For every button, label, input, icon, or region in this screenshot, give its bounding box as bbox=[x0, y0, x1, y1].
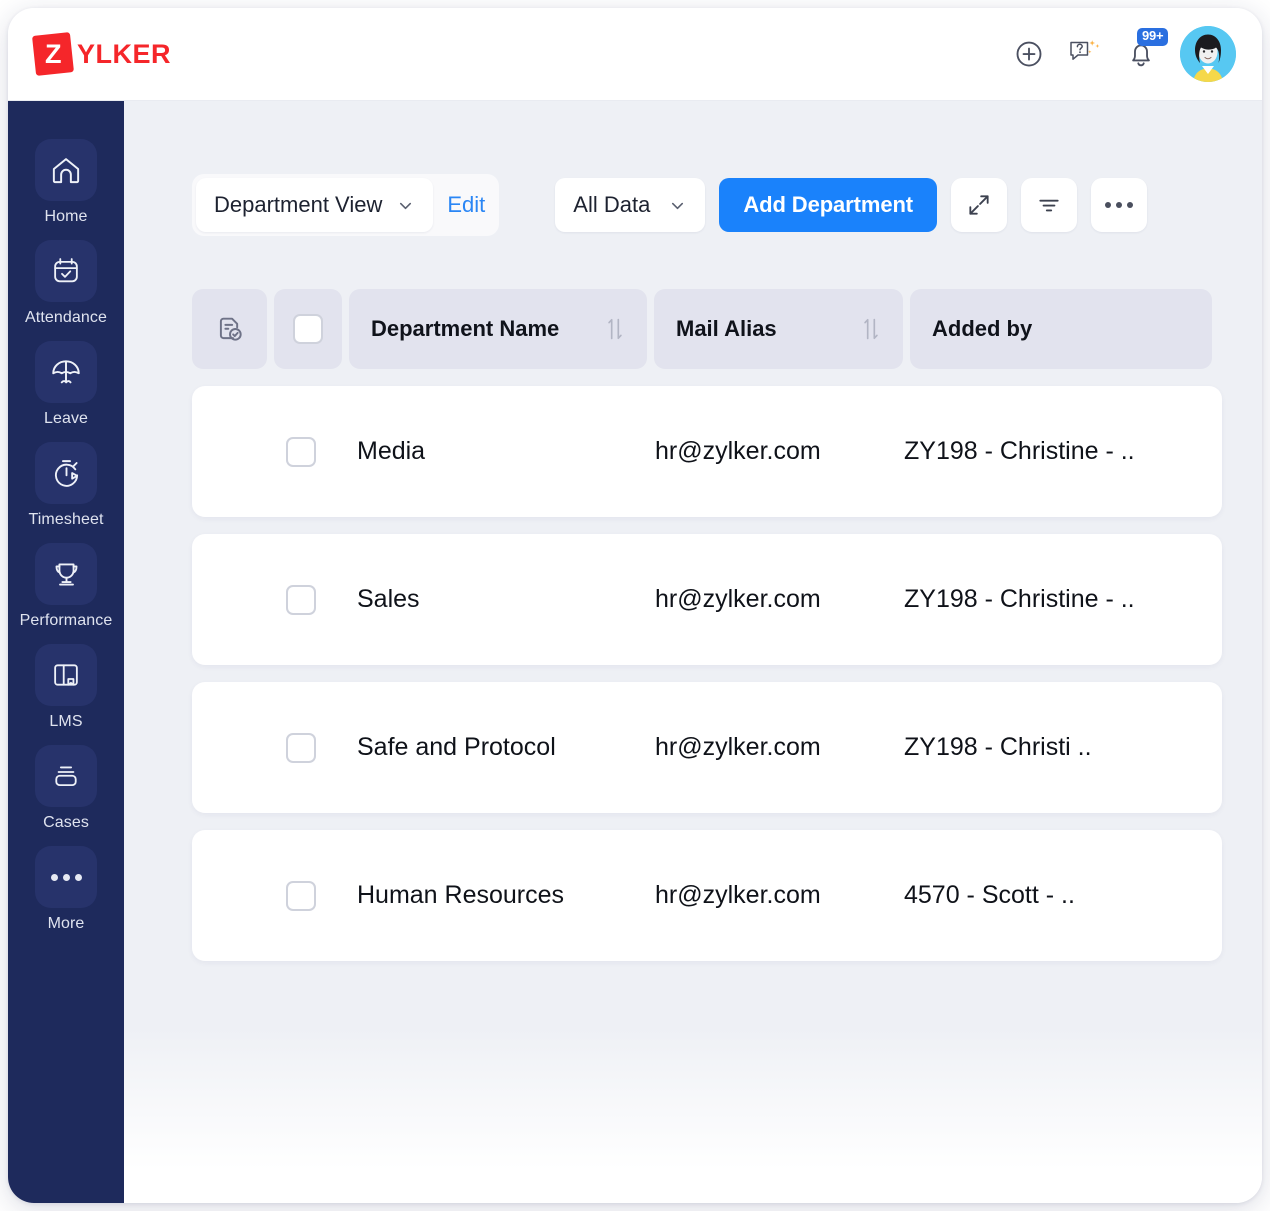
zylker-logo-mark: Z bbox=[32, 32, 74, 76]
chevron-down-icon bbox=[400, 202, 412, 209]
cell-department-name: Safe and Protocol bbox=[357, 733, 556, 761]
column-header-department-name[interactable]: Department Name bbox=[349, 289, 647, 369]
cell-mail-alias: hr@zylker.com bbox=[655, 733, 821, 761]
top-bar: Z YLKER 99+ bbox=[8, 8, 1262, 101]
sidebar-item-label: More bbox=[47, 915, 85, 932]
column-header-added-by[interactable]: Added by bbox=[910, 289, 1212, 369]
avatar[interactable] bbox=[1180, 26, 1236, 82]
notification-badge: 99+ bbox=[1137, 28, 1169, 46]
cell-added-by: 4570 - Scott - .. bbox=[904, 881, 1075, 909]
sidebar-item-label: Leave bbox=[43, 410, 89, 427]
departments-table: Department Name Mail Alias Added by Medi… bbox=[192, 289, 1222, 961]
data-filter-select[interactable]: All Data bbox=[555, 178, 706, 232]
edit-view-link[interactable]: Edit bbox=[447, 192, 485, 218]
add-department-button[interactable]: Add Department bbox=[719, 178, 938, 232]
sidebar-item-timesheet[interactable]: Timesheet bbox=[16, 442, 116, 529]
toolbar: Department View Edit All Data Add Depart… bbox=[192, 174, 1148, 236]
column-label: Mail Alias bbox=[676, 316, 777, 341]
sort-icon bbox=[608, 318, 622, 340]
table-row[interactable]: Sales hr@zylker.com ZY198 - Christine - … bbox=[192, 534, 1222, 665]
help-chat-icon[interactable] bbox=[1068, 37, 1102, 71]
view-controls-group: Department View Edit bbox=[192, 174, 500, 236]
chevron-down-icon bbox=[672, 202, 684, 209]
sidebar-item-label: Timesheet bbox=[28, 511, 104, 528]
cell-added-by: ZY198 - Christi .. bbox=[904, 733, 1092, 761]
row-checkbox[interactable] bbox=[286, 436, 316, 467]
sidebar-item-lms[interactable]: LMS bbox=[16, 644, 116, 731]
sidebar-item-label: Performance bbox=[19, 612, 113, 629]
app-window: Z YLKER 99+ Home Attendance Leave Timesh… bbox=[8, 8, 1262, 1203]
notifications-bell-icon[interactable]: 99+ bbox=[1124, 28, 1169, 71]
cell-department-name: Sales bbox=[357, 585, 420, 613]
row-checkbox[interactable] bbox=[286, 880, 316, 911]
cell-added-by: ZY198 - Christine - .. bbox=[904, 437, 1135, 465]
row-checkbox-cell[interactable] bbox=[267, 732, 335, 763]
sidebar-item-label: LMS bbox=[49, 713, 83, 730]
column-header-mail-alias[interactable]: Mail Alias bbox=[654, 289, 903, 369]
brand-name: YLKER bbox=[77, 38, 172, 69]
calendar-check-icon bbox=[35, 240, 97, 302]
brand-logo[interactable]: Z YLKER bbox=[32, 32, 172, 76]
document-check-icon[interactable] bbox=[192, 289, 267, 369]
table-row[interactable]: Human Resources hr@zylker.com 4570 - Sco… bbox=[192, 830, 1222, 961]
sidebar-item-cases[interactable]: Cases bbox=[16, 745, 116, 832]
table-row[interactable]: Media hr@zylker.com ZY198 - Christine - … bbox=[192, 386, 1222, 517]
row-checkbox-cell[interactable] bbox=[267, 584, 335, 615]
sort-icon bbox=[864, 318, 878, 340]
row-checkbox-cell[interactable] bbox=[267, 436, 335, 467]
table-row[interactable]: Safe and Protocol hr@zylker.com ZY198 - … bbox=[192, 682, 1222, 813]
book-icon bbox=[35, 644, 97, 706]
ellipsis-icon bbox=[35, 846, 97, 908]
row-checkbox-cell[interactable] bbox=[267, 880, 335, 911]
sidebar-item-more[interactable]: More bbox=[16, 846, 116, 933]
view-select-label: Department View bbox=[214, 192, 383, 217]
sidebar-item-performance[interactable]: Performance bbox=[16, 543, 116, 630]
sidebar-item-leave[interactable]: Leave bbox=[16, 341, 116, 428]
cell-added-by: ZY198 - Christine - .. bbox=[904, 585, 1135, 613]
more-horizontal-icon[interactable] bbox=[1091, 178, 1148, 232]
row-checkbox[interactable] bbox=[286, 584, 316, 615]
select-all-checkbox-cell[interactable] bbox=[274, 289, 342, 369]
action-controls-group: All Data Add Department bbox=[555, 178, 1148, 232]
cases-box-icon bbox=[35, 745, 97, 807]
home-icon bbox=[35, 139, 97, 201]
logo-letter: Z bbox=[44, 38, 62, 69]
sidebar-item-label: Cases bbox=[43, 814, 89, 831]
sidebar-item-attendance[interactable]: Attendance bbox=[16, 240, 116, 327]
main-content: Department View Edit All Data Add Depart… bbox=[124, 101, 1262, 1203]
select-all-checkbox[interactable] bbox=[293, 314, 323, 344]
top-bar-actions: 99+ bbox=[1012, 26, 1236, 82]
data-filter-label: All Data bbox=[573, 192, 651, 217]
view-select[interactable]: Department View bbox=[196, 178, 434, 232]
cell-department-name: Human Resources bbox=[357, 881, 565, 909]
stopwatch-play-icon bbox=[35, 442, 97, 504]
sidebar-item-home[interactable]: Home bbox=[16, 139, 116, 226]
cell-department-name: Media bbox=[357, 437, 426, 465]
row-checkbox[interactable] bbox=[286, 732, 316, 763]
add-circle-icon[interactable] bbox=[1012, 37, 1046, 71]
cell-mail-alias: hr@zylker.com bbox=[655, 881, 821, 909]
trophy-icon bbox=[35, 543, 97, 605]
cell-mail-alias: hr@zylker.com bbox=[655, 437, 821, 465]
sidebar-item-label: Home bbox=[44, 208, 88, 225]
sidebar: Home Attendance Leave Timesheet Performa… bbox=[8, 101, 124, 1203]
column-label: Added by bbox=[932, 316, 1033, 341]
cell-mail-alias: hr@zylker.com bbox=[655, 585, 821, 613]
column-label: Department Name bbox=[371, 316, 560, 341]
filter-icon[interactable] bbox=[1021, 178, 1078, 232]
sidebar-item-label: Attendance bbox=[25, 309, 107, 326]
beach-umbrella-icon bbox=[35, 341, 97, 403]
expand-arrows-icon[interactable] bbox=[951, 178, 1008, 232]
table-header-row: Department Name Mail Alias Added by bbox=[192, 289, 1222, 369]
